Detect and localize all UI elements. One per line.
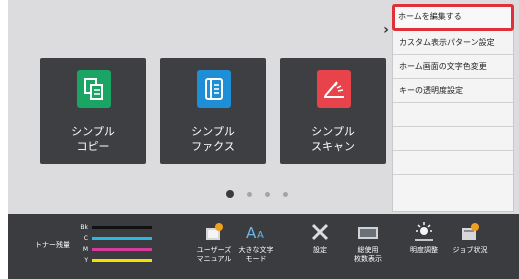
svg-text:A: A	[257, 230, 264, 241]
menu-item-empty	[393, 103, 513, 127]
settings-button[interactable]: 設定	[300, 220, 340, 255]
user-manual-button[interactable]: ユーザーズ マニュアル	[194, 220, 234, 264]
tile-simple-copy[interactable]: シンプル コピー	[40, 58, 146, 164]
bottom-bar-label: 大きな文字 モード	[238, 246, 274, 263]
menu-item-key-transparency[interactable]: キーの透明度設定	[393, 79, 513, 103]
chevron-right-icon[interactable]: ›	[380, 20, 392, 40]
menu-item-empty	[393, 127, 513, 151]
large-text-icon: A A	[236, 220, 276, 242]
brightness-icon	[404, 220, 444, 242]
tile-label: シンプル コピー	[71, 125, 115, 153]
bottom-bar-label: ユーザーズ マニュアル	[196, 246, 232, 263]
job-status-button[interactable]: ジョブ状況	[450, 220, 490, 255]
page-dot[interactable]	[265, 191, 270, 197]
tile-simple-fax[interactable]: シンプル ファクス	[160, 58, 266, 164]
toner-bar-m	[92, 248, 152, 251]
menu-item-empty	[393, 151, 513, 175]
copy-icon	[77, 70, 111, 108]
toner-bar-y	[92, 259, 152, 262]
toner-label: トナー残量	[35, 241, 70, 249]
tile-label: シンプル ファクス	[191, 125, 235, 153]
toner-bar-c	[92, 237, 152, 240]
page-indicator	[226, 190, 288, 198]
brightness-button[interactable]: 明度調整	[404, 220, 444, 255]
toner-name: C	[83, 235, 88, 242]
toner-bar-bk	[92, 226, 152, 229]
toner-name: M	[82, 246, 88, 253]
toner-levels: Bk C M Y	[80, 222, 152, 266]
job-status-icon	[450, 220, 490, 242]
manual-icon	[194, 220, 234, 242]
menu-item-text-color[interactable]: ホーム画面の文字色変更	[393, 55, 513, 79]
bottom-bar-label: 明度調整	[410, 246, 438, 254]
toner-name: Y	[84, 257, 88, 264]
bottom-bar: トナー残量 Bk C M Y ユーザーズ マニュアル A A 大きな文字 モード…	[8, 214, 519, 279]
page-dot[interactable]	[247, 191, 252, 197]
fax-icon	[197, 70, 231, 108]
tile-simple-scan[interactable]: シンプル スキャン	[280, 58, 386, 164]
bottom-bar-label: ジョブ状況	[452, 246, 488, 254]
page-dot[interactable]	[226, 190, 234, 198]
tile-label: シンプル スキャン	[311, 125, 355, 153]
page-dot[interactable]	[283, 191, 288, 197]
home-screen: シンプル コピー シンプル ファクス シンプル スキャン › ホームを編集する …	[0, 0, 519, 279]
tile-row: シンプル コピー シンプル ファクス シンプル スキャン	[40, 58, 414, 164]
menu-item-edit-home[interactable]: ホームを編集する	[392, 4, 514, 31]
counter-icon	[348, 220, 388, 242]
bottom-bar-label: 設定	[313, 246, 327, 254]
total-count-button[interactable]: 総使用 枚数表示	[348, 220, 388, 264]
large-text-mode-button[interactable]: A A 大きな文字 モード	[236, 220, 276, 264]
settings-icon	[300, 220, 340, 242]
home-action-menu: ホームを編集する カスタム表示パターン設定 ホーム画面の文字色変更 キーの透明度…	[392, 4, 514, 212]
svg-text:A: A	[246, 224, 257, 242]
scan-icon	[317, 70, 351, 108]
toner-name: Bk	[80, 224, 88, 231]
menu-item-custom-pattern[interactable]: カスタム表示パターン設定	[393, 31, 513, 55]
bottom-bar-label: 総使用 枚数表示	[354, 246, 382, 263]
